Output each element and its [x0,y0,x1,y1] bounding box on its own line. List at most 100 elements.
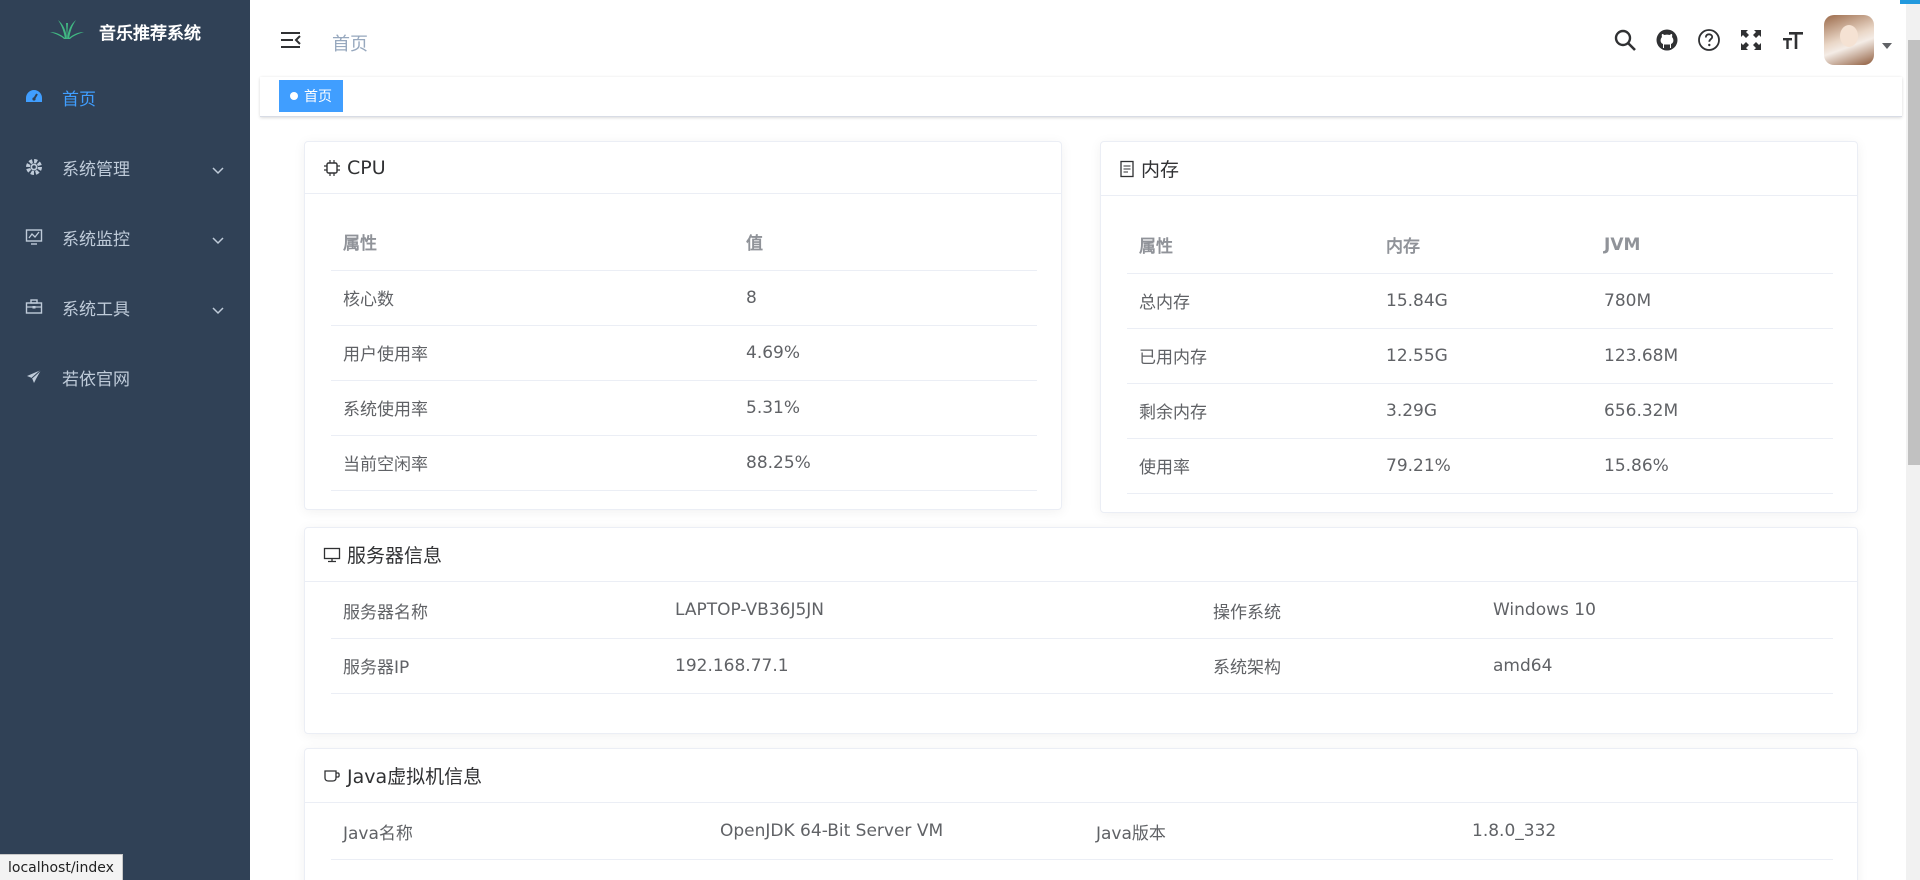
gear-icon [24,157,44,177]
table-cell: 操作系统 [1201,583,1481,639]
memory-table: 属性 内存 JVM 总内存 15.84G 780M 已用内存 12.55G 123.68… [1127,217,1833,494]
table-cell: 总内存 [1127,273,1374,329]
table-cell: 88.25% [734,435,1037,491]
table-cell: 5.31% [734,380,1037,436]
memory-card: 内存 属性 内存 JVM 总内存 15.84G 780M 已用内存 12.55G 123… [1100,141,1858,513]
tag-label: 首页 [304,89,332,105]
table-cell: 12.55G [1374,328,1592,384]
table-cell: 核心数 [331,270,734,326]
user-avatar-dropdown[interactable] [1824,15,1892,65]
table-row: 服务器IP 192.168.77.1 系统架构 amd64 [331,638,1833,694]
chevron-down-icon [212,300,224,320]
table-cell: 4.69% [734,325,1037,381]
table-row: 总内存 15.84G 780M [1127,273,1833,329]
table-cell: Java版本 [1084,804,1460,860]
cpu-table: 属性 值 核心数 8 用户使用率 4.69% 系统使用率 5.31% 当前空闲率 88.… [331,214,1037,491]
table-cell: 当前空闲率 [331,435,734,491]
jvm-info-card: Java虚拟机信息 Java名称 OpenJDK 64-Bit Server V… [304,748,1858,880]
logo-icon [49,18,85,44]
app-title: 音乐推荐系统 [99,23,201,44]
table-header-row: 属性 值 [331,214,1037,271]
font-size-icon[interactable] [1772,19,1814,61]
table-row: 当前空闲率 88.25% [331,435,1037,491]
table-cell: 服务器IP [331,638,663,694]
table-cell: 3.29G [1374,383,1592,439]
hamburger-icon[interactable] [280,30,302,54]
column-header: 值 [734,214,1037,271]
column-header: JVM [1592,217,1833,274]
cpu-card-header: CPU [305,142,1061,194]
caret-down-icon [1882,43,1892,49]
table-cell: 已用内存 [1127,328,1374,384]
table-cell: 使用率 [1127,438,1374,494]
chevron-down-icon [212,160,224,180]
sidebar-item-system-management[interactable]: 系统管理 [0,132,250,202]
table-cell: 系统使用率 [331,380,734,436]
jvm-card-header: Java虚拟机信息 [305,749,1857,803]
tags-view: 首页 [260,77,1902,117]
server-card-header: 服务器信息 [305,528,1857,582]
table-cell: LAPTOP-VB36J5JN [663,583,1201,639]
table-cell: Java名称 [331,804,708,860]
page-scrollbar-thumb[interactable] [1908,40,1920,465]
sidebar-item-system-tools[interactable]: 系统工具 [0,272,250,342]
tag-home[interactable]: 首页 [279,80,343,112]
table-row: 系统使用率 5.31% [331,380,1037,436]
top-navbar: 首页 [250,0,1920,80]
cpu-icon [323,159,341,177]
cpu-card: CPU 属性 值 核心数 8 用户使用率 4.69% 系统使用率 5.31% 当前空闲… [304,141,1062,510]
table-cell: 1.8.0_332 [1460,804,1833,860]
fullscreen-icon[interactable] [1730,19,1772,61]
sidebar: 音乐推荐系统 首页 系统管理 系统监控 系统工具 若依官网 [0,0,250,880]
server-card-title: 服务器信息 [347,545,443,567]
sidebar-logo[interactable]: 音乐推荐系统 [0,0,250,62]
table-cell: 15.86% [1592,438,1833,494]
table-row: 服务器名称 LAPTOP-VB36J5JN 操作系统 Windows 10 [331,583,1833,639]
table-row: 使用率 79.21% 15.86% [1127,438,1833,494]
table-cell: Windows 10 [1481,583,1833,639]
table-cell: 79.21% [1374,438,1592,494]
monitor-icon [323,547,341,563]
search-icon[interactable] [1604,19,1646,61]
table-row: 核心数 8 [331,270,1037,326]
table-row: 剩余内存 3.29G 656.32M [1127,383,1833,439]
avatar[interactable] [1824,15,1874,65]
table-row: 用户使用率 4.69% [331,325,1037,381]
memory-card-title: 内存 [1141,159,1180,181]
memory-card-header: 内存 [1101,142,1857,196]
right-menu [1604,0,1920,80]
server-table: 服务器名称 LAPTOP-VB36J5JN 操作系统 Windows 10 服务… [331,583,1833,694]
table-row: 已用内存 12.55G 123.68M [1127,328,1833,384]
sidebar-item-label: 首页 [62,89,96,110]
table-cell: 15.84G [1374,273,1592,329]
progress-indicator [1900,0,1920,4]
github-icon[interactable] [1646,19,1688,61]
browser-status-url: localhost/index [0,854,123,880]
sidebar-item-label: 若依官网 [62,369,130,390]
table-cell: 服务器名称 [331,583,663,639]
sidebar-item-ruoyi-website[interactable]: 若依官网 [0,342,250,412]
sidebar-item-label: 系统管理 [62,159,130,180]
active-dot-icon [290,92,298,100]
coffee-cup-icon [323,768,341,784]
table-row: Java名称 OpenJDK 64-Bit Server VM Java版本 1… [331,804,1833,860]
table-cell: 656.32M [1592,383,1833,439]
sidebar-item-label: 系统工具 [62,299,130,320]
monitor-icon [24,227,44,247]
document-icon [1119,160,1135,178]
paper-plane-icon [24,367,44,387]
breadcrumb: 首页 [332,34,368,55]
column-header: 内存 [1374,217,1592,274]
table-cell: 8 [734,270,1037,326]
table-cell: 用户使用率 [331,325,734,381]
sidebar-item-home[interactable]: 首页 [0,62,250,132]
question-icon[interactable] [1688,19,1730,61]
sidebar-item-label: 系统监控 [62,229,130,250]
table-cell: 123.68M [1592,328,1833,384]
table-cell: 780M [1592,273,1833,329]
sidebar-item-system-monitor[interactable]: 系统监控 [0,202,250,272]
jvm-table: Java名称 OpenJDK 64-Bit Server VM Java版本 1… [331,804,1833,860]
chevron-down-icon [212,230,224,250]
table-cell: 系统架构 [1201,638,1481,694]
column-header: 属性 [1127,217,1374,274]
